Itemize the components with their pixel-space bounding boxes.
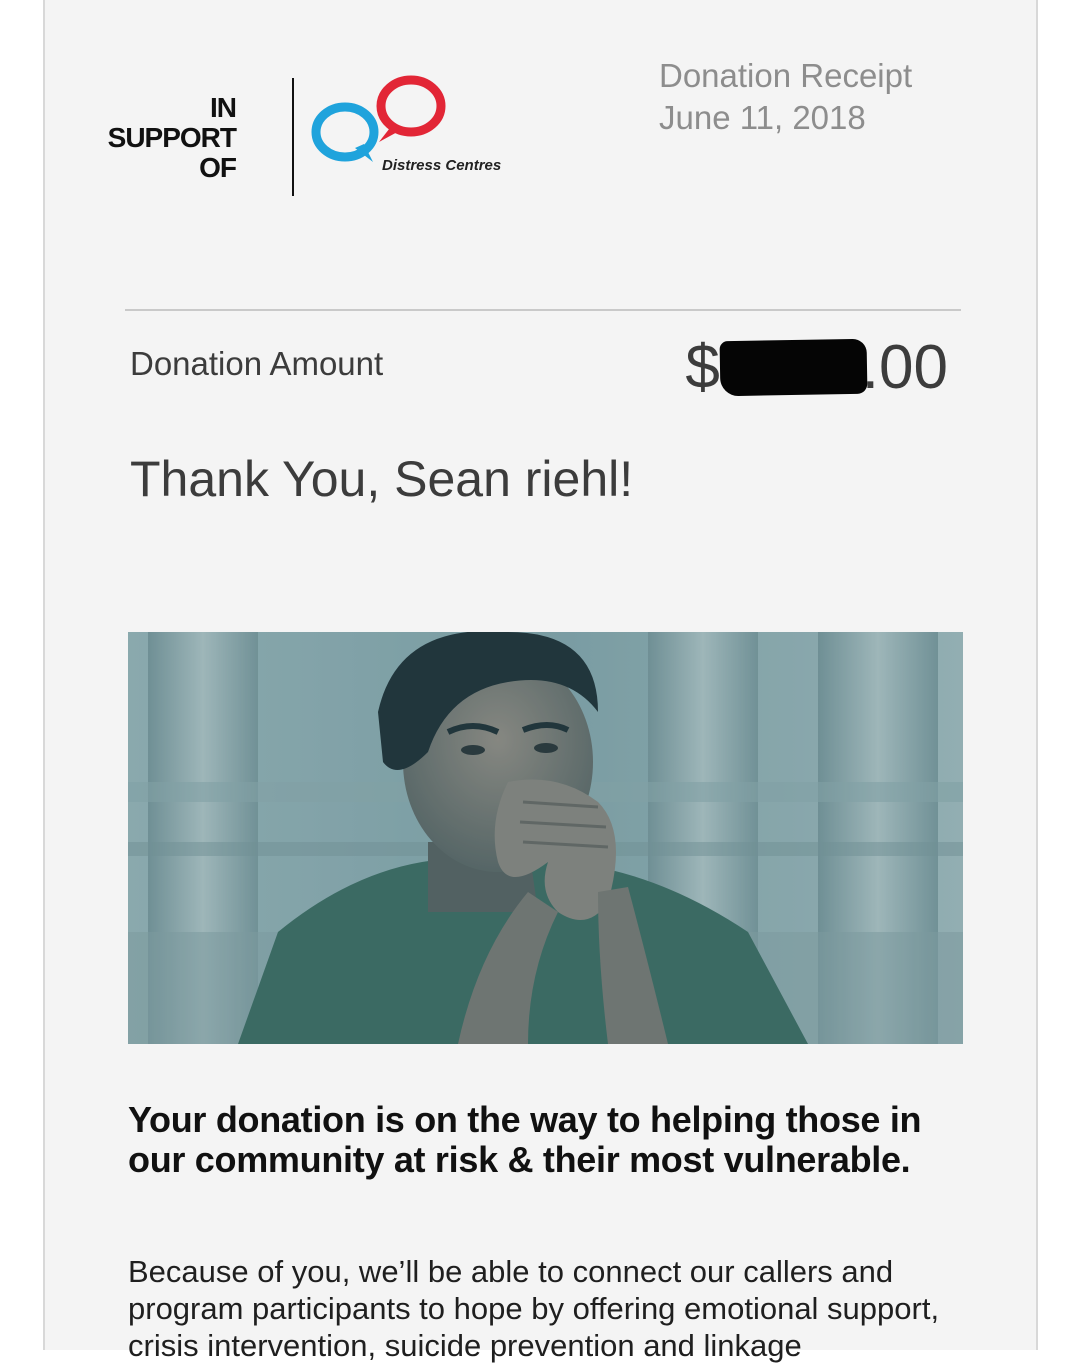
in-support-of-text: IN SUPPORT OF xyxy=(107,92,237,183)
receipt-header: Donation Receipt June 11, 2018 xyxy=(659,55,912,139)
receipt-title: Donation Receipt xyxy=(659,57,913,94)
logo-divider xyxy=(292,78,294,196)
donation-amount-label: Donation Amount xyxy=(130,345,384,382)
distress-centres-logo-icon xyxy=(311,75,446,162)
redaction-mark xyxy=(719,338,868,397)
donation-body-text: Because of you, we’ll be able to connect… xyxy=(128,1254,940,1363)
support-line-3: OF xyxy=(199,152,237,183)
receipt-card: IN SUPPORT OF Distress Centres Donation … xyxy=(43,0,1038,1363)
currency-symbol: $ xyxy=(685,333,720,402)
hero-photo-illustration xyxy=(128,632,963,1044)
amount-cents: .00 xyxy=(861,333,948,402)
support-line-2: SUPPORT xyxy=(107,122,237,153)
header-divider xyxy=(125,309,961,311)
hero-image xyxy=(128,632,963,1044)
org-name: Distress Centres xyxy=(382,157,502,174)
donation-headline: Your donation is on the way to helping t… xyxy=(128,1099,922,1180)
thank-you-heading: Thank You, Sean riehl! xyxy=(130,451,634,507)
support-line-1: IN xyxy=(210,92,237,123)
receipt-date: June 11, 2018 xyxy=(659,99,866,136)
